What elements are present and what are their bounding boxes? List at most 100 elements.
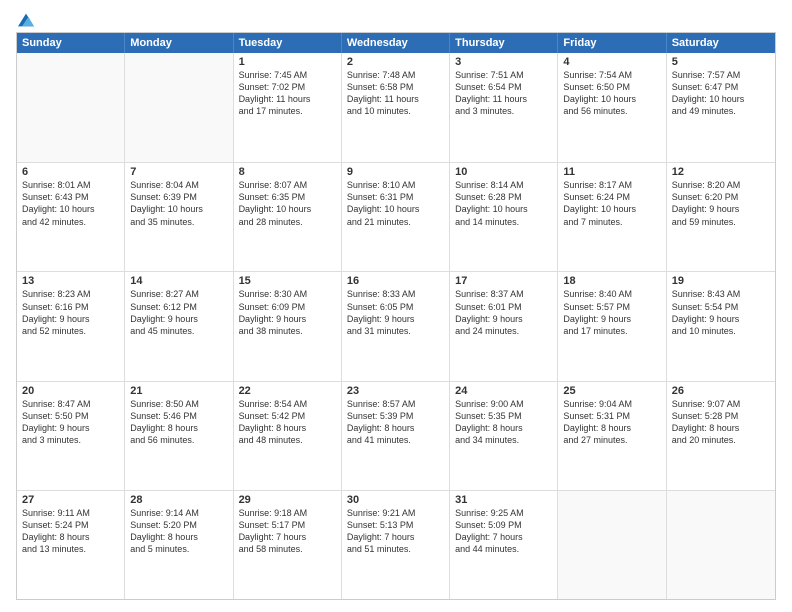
calendar-header: SundayMondayTuesdayWednesdayThursdayFrid… <box>17 33 775 53</box>
cell-info: Sunrise: 8:27 AM Sunset: 6:12 PM Dayligh… <box>130 288 227 337</box>
cal-cell-23: 23Sunrise: 8:57 AM Sunset: 5:39 PM Dayli… <box>342 382 450 490</box>
page: SundayMondayTuesdayWednesdayThursdayFrid… <box>0 0 792 612</box>
day-number: 31 <box>455 494 552 506</box>
cell-info: Sunrise: 9:04 AM Sunset: 5:31 PM Dayligh… <box>563 398 660 447</box>
day-number: 21 <box>130 385 227 397</box>
cal-cell-27: 27Sunrise: 9:11 AM Sunset: 5:24 PM Dayli… <box>17 491 125 599</box>
calendar-row-2: 13Sunrise: 8:23 AM Sunset: 6:16 PM Dayli… <box>17 271 775 380</box>
cell-info: Sunrise: 8:50 AM Sunset: 5:46 PM Dayligh… <box>130 398 227 447</box>
header-day-sunday: Sunday <box>17 33 125 53</box>
cal-cell-11: 11Sunrise: 8:17 AM Sunset: 6:24 PM Dayli… <box>558 163 666 271</box>
day-number: 23 <box>347 385 444 397</box>
cell-info: Sunrise: 9:11 AM Sunset: 5:24 PM Dayligh… <box>22 507 119 556</box>
cal-cell-20: 20Sunrise: 8:47 AM Sunset: 5:50 PM Dayli… <box>17 382 125 490</box>
cal-cell-26: 26Sunrise: 9:07 AM Sunset: 5:28 PM Dayli… <box>667 382 775 490</box>
day-number: 3 <box>455 56 552 68</box>
cell-info: Sunrise: 7:54 AM Sunset: 6:50 PM Dayligh… <box>563 69 660 118</box>
day-number: 27 <box>22 494 119 506</box>
cell-info: Sunrise: 9:07 AM Sunset: 5:28 PM Dayligh… <box>672 398 770 447</box>
cell-info: Sunrise: 8:43 AM Sunset: 5:54 PM Dayligh… <box>672 288 770 337</box>
day-number: 13 <box>22 275 119 287</box>
cal-cell-empty-0-0 <box>17 53 125 162</box>
cal-cell-17: 17Sunrise: 8:37 AM Sunset: 6:01 PM Dayli… <box>450 272 558 380</box>
cal-cell-28: 28Sunrise: 9:14 AM Sunset: 5:20 PM Dayli… <box>125 491 233 599</box>
cell-info: Sunrise: 8:30 AM Sunset: 6:09 PM Dayligh… <box>239 288 336 337</box>
day-number: 29 <box>239 494 336 506</box>
cal-cell-empty-4-6 <box>667 491 775 599</box>
cell-info: Sunrise: 8:54 AM Sunset: 5:42 PM Dayligh… <box>239 398 336 447</box>
cell-info: Sunrise: 8:23 AM Sunset: 6:16 PM Dayligh… <box>22 288 119 337</box>
header-day-thursday: Thursday <box>450 33 558 53</box>
header-day-friday: Friday <box>558 33 666 53</box>
day-number: 24 <box>455 385 552 397</box>
cal-cell-1: 1Sunrise: 7:45 AM Sunset: 7:02 PM Daylig… <box>234 53 342 162</box>
cell-info: Sunrise: 8:10 AM Sunset: 6:31 PM Dayligh… <box>347 179 444 228</box>
calendar-body: 1Sunrise: 7:45 AM Sunset: 7:02 PM Daylig… <box>17 53 775 599</box>
cal-cell-31: 31Sunrise: 9:25 AM Sunset: 5:09 PM Dayli… <box>450 491 558 599</box>
cell-info: Sunrise: 9:25 AM Sunset: 5:09 PM Dayligh… <box>455 507 552 556</box>
cell-info: Sunrise: 9:00 AM Sunset: 5:35 PM Dayligh… <box>455 398 552 447</box>
day-number: 9 <box>347 166 444 178</box>
day-number: 25 <box>563 385 660 397</box>
cal-cell-15: 15Sunrise: 8:30 AM Sunset: 6:09 PM Dayli… <box>234 272 342 380</box>
day-number: 7 <box>130 166 227 178</box>
cell-info: Sunrise: 7:48 AM Sunset: 6:58 PM Dayligh… <box>347 69 444 118</box>
cal-cell-19: 19Sunrise: 8:43 AM Sunset: 5:54 PM Dayli… <box>667 272 775 380</box>
day-number: 17 <box>455 275 552 287</box>
cal-cell-16: 16Sunrise: 8:33 AM Sunset: 6:05 PM Dayli… <box>342 272 450 380</box>
cal-cell-10: 10Sunrise: 8:14 AM Sunset: 6:28 PM Dayli… <box>450 163 558 271</box>
cell-info: Sunrise: 9:21 AM Sunset: 5:13 PM Dayligh… <box>347 507 444 556</box>
cal-cell-6: 6Sunrise: 8:01 AM Sunset: 6:43 PM Daylig… <box>17 163 125 271</box>
day-number: 8 <box>239 166 336 178</box>
cell-info: Sunrise: 9:18 AM Sunset: 5:17 PM Dayligh… <box>239 507 336 556</box>
day-number: 10 <box>455 166 552 178</box>
logo <box>16 12 34 24</box>
cell-info: Sunrise: 8:14 AM Sunset: 6:28 PM Dayligh… <box>455 179 552 228</box>
day-number: 15 <box>239 275 336 287</box>
cell-info: Sunrise: 9:14 AM Sunset: 5:20 PM Dayligh… <box>130 507 227 556</box>
cell-info: Sunrise: 7:57 AM Sunset: 6:47 PM Dayligh… <box>672 69 770 118</box>
cal-cell-5: 5Sunrise: 7:57 AM Sunset: 6:47 PM Daylig… <box>667 53 775 162</box>
cal-cell-8: 8Sunrise: 8:07 AM Sunset: 6:35 PM Daylig… <box>234 163 342 271</box>
day-number: 11 <box>563 166 660 178</box>
day-number: 16 <box>347 275 444 287</box>
cell-info: Sunrise: 8:40 AM Sunset: 5:57 PM Dayligh… <box>563 288 660 337</box>
cal-cell-18: 18Sunrise: 8:40 AM Sunset: 5:57 PM Dayli… <box>558 272 666 380</box>
cal-cell-29: 29Sunrise: 9:18 AM Sunset: 5:17 PM Dayli… <box>234 491 342 599</box>
cal-cell-30: 30Sunrise: 9:21 AM Sunset: 5:13 PM Dayli… <box>342 491 450 599</box>
cal-cell-25: 25Sunrise: 9:04 AM Sunset: 5:31 PM Dayli… <box>558 382 666 490</box>
day-number: 26 <box>672 385 770 397</box>
day-number: 19 <box>672 275 770 287</box>
cal-cell-14: 14Sunrise: 8:27 AM Sunset: 6:12 PM Dayli… <box>125 272 233 380</box>
cal-cell-4: 4Sunrise: 7:54 AM Sunset: 6:50 PM Daylig… <box>558 53 666 162</box>
day-number: 1 <box>239 56 336 68</box>
calendar-row-3: 20Sunrise: 8:47 AM Sunset: 5:50 PM Dayli… <box>17 381 775 490</box>
cal-cell-12: 12Sunrise: 8:20 AM Sunset: 6:20 PM Dayli… <box>667 163 775 271</box>
cal-cell-2: 2Sunrise: 7:48 AM Sunset: 6:58 PM Daylig… <box>342 53 450 162</box>
cal-cell-empty-0-1 <box>125 53 233 162</box>
header <box>16 12 776 24</box>
day-number: 6 <box>22 166 119 178</box>
calendar: SundayMondayTuesdayWednesdayThursdayFrid… <box>16 32 776 600</box>
header-day-wednesday: Wednesday <box>342 33 450 53</box>
cell-info: Sunrise: 7:45 AM Sunset: 7:02 PM Dayligh… <box>239 69 336 118</box>
day-number: 5 <box>672 56 770 68</box>
cell-info: Sunrise: 8:37 AM Sunset: 6:01 PM Dayligh… <box>455 288 552 337</box>
cal-cell-3: 3Sunrise: 7:51 AM Sunset: 6:54 PM Daylig… <box>450 53 558 162</box>
cell-info: Sunrise: 8:33 AM Sunset: 6:05 PM Dayligh… <box>347 288 444 337</box>
logo-icon <box>18 12 34 28</box>
cal-cell-9: 9Sunrise: 8:10 AM Sunset: 6:31 PM Daylig… <box>342 163 450 271</box>
day-number: 20 <box>22 385 119 397</box>
cal-cell-13: 13Sunrise: 8:23 AM Sunset: 6:16 PM Dayli… <box>17 272 125 380</box>
cell-info: Sunrise: 8:01 AM Sunset: 6:43 PM Dayligh… <box>22 179 119 228</box>
cell-info: Sunrise: 8:57 AM Sunset: 5:39 PM Dayligh… <box>347 398 444 447</box>
cal-cell-24: 24Sunrise: 9:00 AM Sunset: 5:35 PM Dayli… <box>450 382 558 490</box>
header-day-saturday: Saturday <box>667 33 775 53</box>
day-number: 22 <box>239 385 336 397</box>
day-number: 14 <box>130 275 227 287</box>
day-number: 28 <box>130 494 227 506</box>
header-day-tuesday: Tuesday <box>234 33 342 53</box>
cell-info: Sunrise: 8:07 AM Sunset: 6:35 PM Dayligh… <box>239 179 336 228</box>
day-number: 12 <box>672 166 770 178</box>
header-day-monday: Monday <box>125 33 233 53</box>
